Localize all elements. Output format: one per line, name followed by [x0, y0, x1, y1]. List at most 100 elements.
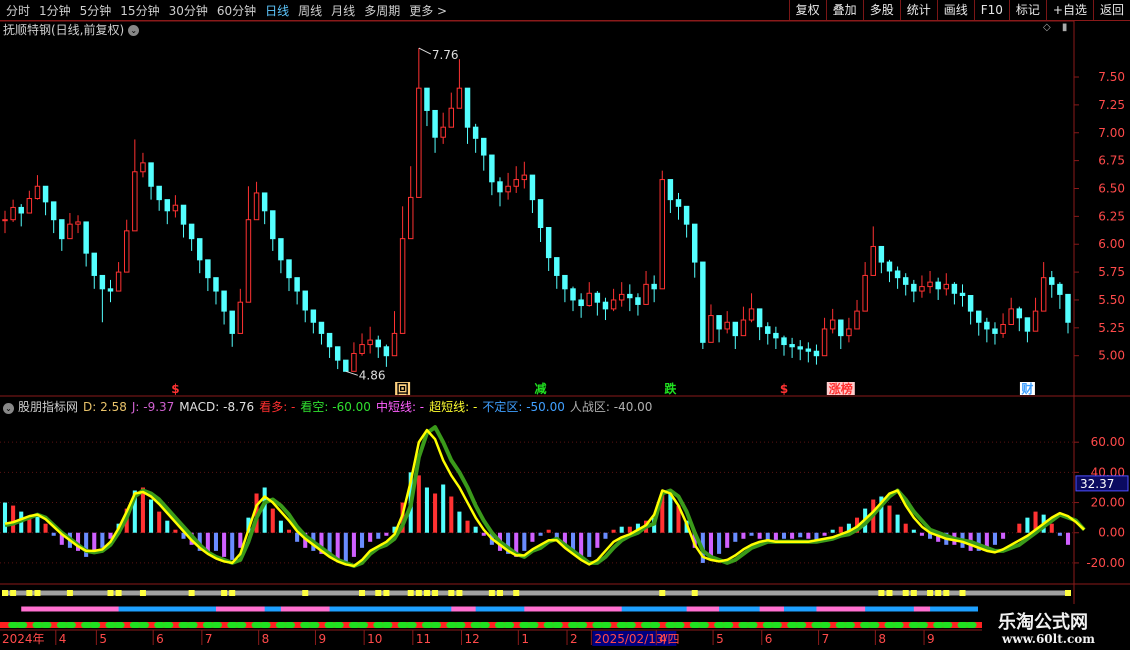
candle-body	[1065, 293, 1071, 323]
candle-body	[659, 179, 666, 290]
candle-body	[42, 185, 49, 203]
price-tick-label: 6.25	[1098, 209, 1125, 223]
candle-body	[651, 283, 657, 290]
band-dot	[139, 590, 146, 596]
candle-body	[197, 238, 203, 261]
high-annotation-pointer	[418, 47, 432, 55]
candle-body	[586, 292, 592, 307]
event-marker: 涨榜	[829, 381, 853, 396]
price-tick-label: 7.25	[1098, 98, 1125, 112]
band-dot	[902, 590, 909, 596]
candle-body	[270, 210, 276, 240]
candle-body	[205, 259, 211, 279]
band-dot	[1065, 590, 1071, 596]
event-marker: 减	[535, 381, 547, 396]
candle-body	[351, 352, 357, 372]
candle-body	[286, 259, 292, 279]
candle-body	[976, 310, 982, 323]
candle-body	[59, 219, 65, 240]
band-dot	[2, 590, 8, 596]
candle-body	[318, 321, 325, 334]
candle-body	[862, 274, 868, 312]
date-label: 6	[156, 632, 164, 646]
band-dot	[659, 590, 666, 596]
band-dot	[302, 590, 309, 596]
indicator-tick-label: 20.00	[1091, 496, 1125, 510]
candle-body	[464, 87, 471, 128]
candle-body	[513, 179, 519, 187]
candle-body	[756, 308, 763, 328]
candle-body	[497, 181, 503, 193]
candle-body	[91, 252, 97, 276]
candle-body	[545, 227, 552, 259]
band-dot	[496, 590, 503, 596]
candle-body	[50, 201, 57, 221]
band-dot	[886, 590, 893, 596]
indicator-tick-label: -20.00	[1086, 556, 1125, 570]
candle-body	[935, 281, 941, 290]
candle-body	[245, 219, 252, 303]
candle-body	[1016, 308, 1023, 319]
candle-body	[399, 238, 406, 334]
candle-body	[562, 274, 568, 290]
candle-body	[692, 223, 698, 263]
candle-body	[927, 281, 933, 288]
candle-body	[148, 162, 154, 187]
price-tick-label: 5.50	[1098, 293, 1125, 307]
candle-body	[294, 277, 300, 292]
candle-body	[618, 293, 625, 301]
candle-body	[967, 295, 974, 312]
low-annotation-pointer	[345, 370, 358, 376]
candle-body	[708, 315, 714, 343]
candle-body	[1000, 323, 1006, 334]
candle-body	[529, 174, 536, 201]
candle-body	[578, 299, 584, 307]
candle-body	[26, 198, 33, 214]
price-tick-label: 6.00	[1098, 237, 1125, 251]
candle-body	[140, 162, 146, 173]
candle-body	[854, 310, 860, 330]
candle-body	[716, 315, 722, 330]
candle-body	[781, 337, 787, 346]
candle-body	[846, 328, 852, 337]
band-dot	[115, 590, 122, 596]
candle-body	[115, 271, 122, 292]
candle-body	[132, 171, 138, 232]
candle-body	[821, 328, 828, 357]
candle-body	[797, 346, 803, 350]
candle-body	[156, 185, 162, 201]
candle-body	[407, 196, 414, 240]
candle-body	[700, 261, 706, 343]
candle-body	[610, 299, 617, 310]
watermark-url: www.60lt.com	[1002, 632, 1095, 646]
band-dot	[359, 590, 366, 596]
date-label: 4	[59, 632, 67, 646]
band-dot	[423, 590, 430, 596]
candle-body	[83, 221, 89, 254]
price-tick-label: 7.50	[1098, 70, 1125, 84]
candle-body	[1057, 283, 1063, 295]
band-dot	[415, 590, 422, 596]
high-annotation: 7.76	[432, 48, 459, 62]
band-dot	[910, 590, 917, 596]
candle-body	[1032, 310, 1039, 332]
candle-body	[213, 277, 219, 292]
candle-body	[10, 206, 16, 221]
band-dot	[959, 590, 966, 596]
candle-body	[570, 288, 576, 301]
price-tick-label: 5.25	[1098, 321, 1125, 335]
date-label: 11	[416, 632, 431, 646]
candle-body	[813, 350, 820, 357]
band-dot	[448, 590, 455, 596]
candle-body	[667, 179, 674, 201]
candle-body	[1040, 277, 1047, 312]
band-dot	[488, 590, 495, 596]
candle-body	[359, 344, 365, 354]
candle-body	[1008, 308, 1014, 325]
candle-body	[886, 261, 893, 272]
candle-body	[107, 288, 114, 292]
candle-body	[554, 257, 560, 276]
candle-body	[424, 87, 430, 111]
candle-body	[67, 223, 73, 240]
candle-body	[829, 319, 836, 330]
